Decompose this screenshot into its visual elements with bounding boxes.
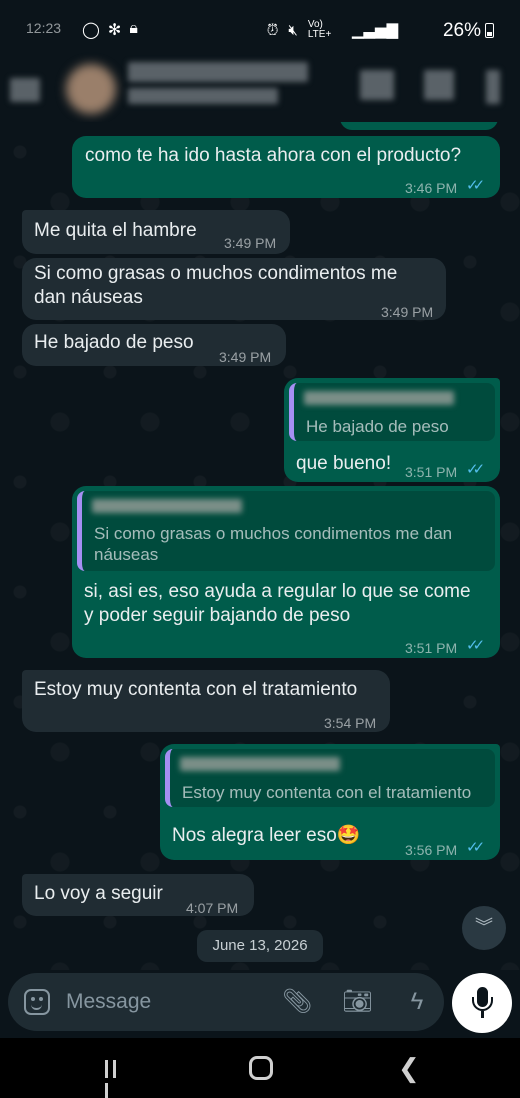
quoted-text: Si como grasas o muchos condimentos me d… (94, 524, 453, 564)
mic-button[interactable] (452, 973, 512, 1033)
home-icon[interactable] (249, 1056, 273, 1080)
contact-avatar[interactable] (66, 64, 116, 114)
message-text: como te ha ido hasta ahora con el produc… (85, 145, 462, 166)
whatsapp-icon: ◯ (82, 22, 100, 39)
read-ticks-icon: ✓✓ (466, 839, 485, 856)
message-list[interactable]: como te ha ido hasta ahora con el produc… (0, 122, 520, 970)
scroll-to-bottom-button[interactable]: ︾ (462, 906, 506, 950)
message-time: 3:49 PM (224, 235, 277, 251)
message-bubble-out[interactable]: He bajado de peso que bueno! 3:51 PM ✓✓ (284, 378, 500, 482)
quoted-sender-name (180, 757, 340, 771)
lightning-icon[interactable]: ϟ (402, 987, 432, 1017)
message-text: Estoy muy contenta con el tratamiento (34, 679, 358, 700)
message-bubble-in[interactable]: Lo voy a seguir 4:07 PM (22, 874, 254, 916)
quoted-text: He bajado de peso (306, 417, 449, 436)
message-text: si, asi es, eso ayuda a regular lo que s… (84, 581, 471, 626)
menu-icon[interactable] (486, 70, 500, 104)
recent-apps-icon[interactable] (105, 1060, 127, 1098)
chevron-down-icon: ︾ (475, 917, 493, 937)
date-chip: June 13, 2026 (197, 930, 323, 962)
message-bubble-out[interactable]: Si como grasas o muchos condimentos me d… (72, 486, 500, 658)
message-time: 4:07 PM (186, 900, 239, 916)
message-text: Me quita el hambre (34, 220, 197, 241)
mic-icon-stem (481, 1011, 484, 1018)
attach-icon[interactable]: 📎︎ (282, 987, 312, 1017)
sticker-icon[interactable] (24, 989, 50, 1015)
contact-name[interactable] (128, 62, 308, 82)
read-ticks-icon: ✓✓ (466, 177, 485, 194)
message-bubble-in[interactable]: Estoy muy contenta con el tratamiento 3:… (22, 670, 390, 732)
message-bubble-in[interactable]: Si como grasas o muchos condimentos me d… (22, 258, 446, 320)
alarm-icon: ⏰︎ (266, 21, 279, 39)
message-text: que bueno! (296, 453, 392, 474)
quoted-sender-name (92, 499, 242, 513)
message-input[interactable]: Message (66, 990, 151, 1014)
volte-icon: Vo) LTE+ (307, 19, 332, 40)
quoted-message[interactable]: He bajado de peso (289, 383, 495, 441)
battery-icon (485, 23, 494, 38)
status-right-icons: ⏰︎ 🔇︎ Vo) LTE+ ▁▃▅▇ (267, 20, 398, 40)
video-call-icon[interactable] (360, 70, 394, 100)
message-text: He bajado de peso (34, 332, 194, 353)
message-bubble-in[interactable]: Me quita el hambre 3:49 PM (22, 210, 290, 254)
message-text: Nos alegra leer eso🤩 (172, 824, 360, 848)
signal-icon: ▁▃▅▇ (351, 22, 398, 39)
star-struck-emoji: 🤩 (336, 825, 361, 846)
battery-indicator: 26% (443, 20, 494, 42)
read-ticks-icon: ✓✓ (466, 637, 485, 654)
system-nav-bar: ❮ (0, 1038, 520, 1098)
message-bubble-out[interactable]: como te ha ido hasta ahora con el produc… (72, 136, 500, 198)
voice-call-icon[interactable] (424, 70, 454, 100)
contact-status (128, 88, 278, 104)
mic-icon-arc (472, 997, 493, 1011)
status-left-icons: ◯ ✻ 🔒︎ (82, 20, 138, 40)
composer-bar: Message 📎︎ 📷︎ ϟ (0, 970, 520, 1038)
message-time: 3:49 PM (219, 349, 272, 365)
read-ticks-icon: ✓✓ (466, 461, 485, 478)
status-bar: 12:23 ◯ ✻ 🔒︎ ⏰︎ 🔇︎ Vo) LTE+ ▁▃▅▇ 26% (0, 0, 520, 56)
message-text-content: Nos alegra leer eso (172, 825, 337, 846)
message-text: Lo voy a seguir (34, 883, 163, 904)
chat-header[interactable] (0, 56, 520, 122)
message-time: 3:49 PM (381, 304, 434, 320)
message-input-box[interactable]: Message 📎︎ 📷︎ ϟ (8, 973, 444, 1031)
quoted-sender-name (304, 391, 454, 405)
quoted-message[interactable]: Estoy muy contenta con el tratamiento (165, 749, 495, 807)
message-bubble-in[interactable]: He bajado de peso 3:49 PM (22, 324, 286, 366)
camera-icon[interactable]: 📷︎ (342, 987, 372, 1017)
back-arrow-icon[interactable] (10, 78, 40, 102)
message-bubble-out[interactable]: Estoy muy contenta con el tratamiento No… (160, 744, 500, 860)
message-bubble-partial[interactable] (340, 122, 498, 130)
quoted-text: Estoy muy contenta con el tratamiento (182, 783, 472, 802)
message-time: 3:56 PM (405, 842, 458, 858)
message-time: 3:54 PM (324, 715, 377, 731)
message-text: Si como grasas o muchos condimentos me d… (34, 263, 398, 308)
mute-icon: 🔇︎ (288, 21, 298, 39)
battery-percent: 26% (442, 20, 481, 41)
fan-icon: ✻ (107, 22, 122, 39)
back-icon[interactable]: ❮ (398, 1053, 420, 1084)
lock-icon: 🔒︎ (129, 20, 138, 37)
status-time: 12:23 (26, 20, 62, 36)
quoted-message[interactable]: Si como grasas o muchos condimentos me d… (77, 491, 495, 571)
message-time: 3:46 PM (405, 180, 458, 196)
message-time: 3:51 PM (405, 640, 458, 656)
message-time: 3:51 PM (405, 464, 458, 480)
